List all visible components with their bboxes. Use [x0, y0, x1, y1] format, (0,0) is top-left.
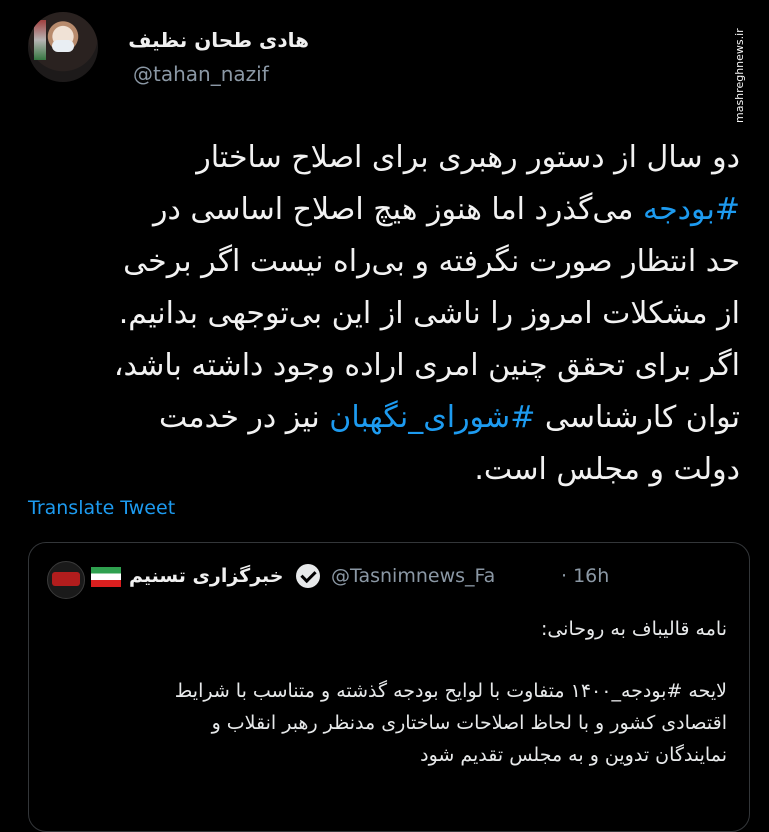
watermark-url: mashreghnews.ir [733, 28, 746, 123]
avatar-mask [52, 40, 74, 52]
tweet-line: #بودجه می‌گذرد اما هنوز هیچ اصلاح اساسی … [40, 184, 740, 236]
verified-badge-icon [296, 564, 320, 588]
translate-tweet-link[interactable]: Translate Tweet [28, 497, 175, 519]
tweet-header: هادی طحان نظیف @tahan_nazif mashreghnews… [0, 0, 769, 123]
tweet-line: دو سال از دستور رهبری برای اصلاح ساختار [196, 140, 740, 175]
iran-flag-icon [91, 567, 121, 587]
quoted-tweet[interactable]: خبرگزاری تسنیم @Tasnimnews_Fa · 16h نامه… [28, 542, 750, 832]
quoted-title-line: نامه قالیباف به روحانی: [540, 618, 727, 640]
quoted-timestamp[interactable]: · 16h [561, 565, 609, 587]
quoted-line: نمایندگان تدوین و به مجلس تقدیم شود [420, 744, 727, 766]
quoted-author-name[interactable]: خبرگزاری تسنیم [129, 565, 284, 587]
author-display-name[interactable]: هادی طحان نظیف [128, 28, 309, 52]
tweet-line: توان کارشناسی #شورای_نگهبان نیز در خدمت [40, 392, 740, 444]
tweet-text: دو سال از دستور رهبری برای اصلاح ساختار … [40, 132, 740, 496]
tweet-line: دولت و مجلس است. [474, 452, 740, 487]
hashtag-budget[interactable]: #بودجه [643, 192, 740, 227]
quoted-spacer [67, 645, 727, 675]
author-handle[interactable]: @tahan_nazif [133, 62, 269, 86]
quoted-author-avatar[interactable] [47, 561, 85, 599]
tweet-line-text: نیز در خدمت [159, 400, 330, 435]
tasnim-logo-icon [52, 572, 80, 586]
tweet-line: حد انتظار صورت نگرفته و بی‌راه نیست اگر … [123, 244, 740, 279]
hashtag-guardian-council[interactable]: #شورای_نگهبان [329, 400, 535, 435]
tweet-line: اگر برای تحقق چنین امری اراده وجود داشته… [113, 348, 740, 383]
author-avatar[interactable] [28, 12, 98, 82]
tweet-line: از مشکلات امروز را ناشی از این بی‌توجهی … [118, 296, 740, 331]
quoted-line: لایحه #بودجه_۱۴۰۰ متفاوت با لوایح بودجه … [174, 680, 727, 702]
quoted-text: نامه قالیباف به روحانی: لایحه #بودجه_۱۴۰… [67, 613, 727, 771]
avatar-flag-stripe [34, 20, 46, 60]
tweet-line-text: می‌گذرد اما هنوز هیچ اصلاح اساسی در [152, 192, 644, 227]
quoted-author-handle[interactable]: @Tasnimnews_Fa [331, 565, 495, 587]
tweet-line-text: توان کارشناسی [535, 400, 740, 435]
quoted-line: اقتصادی کشور و با لحاظ اصلاحات ساختاری م… [211, 712, 727, 734]
